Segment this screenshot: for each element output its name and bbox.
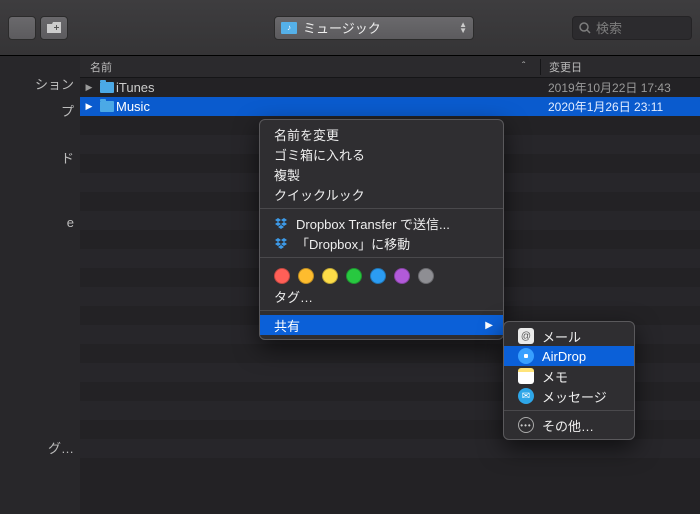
list-header: 名前 ˆ 変更日 [80, 56, 700, 78]
search-placeholder: 検索 [596, 18, 622, 37]
column-header-name[interactable]: 名前 [80, 59, 522, 75]
folder-icon [98, 101, 116, 112]
menu-separator [260, 208, 503, 209]
nav-unknown-button[interactable] [8, 16, 36, 40]
submenu-arrow-icon: ▶ [485, 320, 493, 331]
tag-blue[interactable] [370, 268, 386, 284]
context-menu: 名前を変更 ゴミ箱に入れる 複製 クイックルック Dropbox Transfe… [259, 119, 504, 340]
menu-item-trash[interactable]: ゴミ箱に入れる [260, 144, 503, 164]
folder-icon [98, 82, 116, 93]
more-icon: ••• [518, 417, 534, 433]
search-input[interactable]: 検索 [572, 16, 692, 40]
sidebar: ション プ ド e グ… [0, 56, 80, 514]
path-label: ミュージック [303, 18, 453, 37]
music-folder-icon [281, 22, 297, 34]
tag-green[interactable] [346, 268, 362, 284]
table-row[interactable]: ▶ Music 2020年1月26日 23:11 [80, 97, 700, 116]
menu-separator [260, 257, 503, 258]
menu-item-dropbox-move[interactable]: 「Dropbox」に移動 [260, 233, 503, 253]
menu-item-quicklook[interactable]: クイックルック [260, 184, 503, 204]
menu-separator [260, 310, 503, 311]
disclosure-triangle-icon[interactable]: ▶ [80, 82, 98, 93]
table-row [80, 439, 700, 458]
tag-yellow[interactable] [322, 268, 338, 284]
tag-orange[interactable] [298, 268, 314, 284]
tag-color-row [260, 262, 503, 286]
mail-icon: @ [518, 328, 534, 344]
search-icon [579, 22, 591, 34]
share-item-airdrop[interactable]: AirDrop [504, 346, 634, 366]
tag-red[interactable] [274, 268, 290, 284]
menu-item-duplicate[interactable]: 複製 [260, 164, 503, 184]
share-item-notes[interactable]: メモ [504, 366, 634, 386]
airdrop-icon [518, 348, 534, 364]
tag-purple[interactable] [394, 268, 410, 284]
table-row[interactable]: ▶ iTunes 2019年10月22日 17:43 [80, 78, 700, 97]
dropdown-arrows-icon: ▲▼ [459, 22, 467, 34]
toolbar: ミュージック ▲▼ 検索 [0, 0, 700, 56]
menu-item-rename[interactable]: 名前を変更 [260, 124, 503, 144]
tag-gray[interactable] [418, 268, 434, 284]
menu-item-share[interactable]: 共有 ▶ [260, 315, 503, 335]
share-item-messages[interactable]: ✉ メッセージ [504, 386, 634, 406]
dropbox-icon [274, 236, 288, 250]
table-row [80, 458, 700, 477]
sidebar-item[interactable]: プ [0, 97, 80, 124]
new-folder-button[interactable] [40, 16, 68, 40]
dropbox-icon [274, 216, 288, 230]
file-name: iTunes [116, 80, 540, 95]
menu-item-tags[interactable]: タグ… [260, 286, 503, 306]
disclosure-triangle-icon[interactable]: ▶ [80, 101, 98, 112]
share-item-mail[interactable]: @ メール [504, 326, 634, 346]
nav-buttons [8, 16, 68, 40]
file-date: 2019年10月22日 17:43 [540, 79, 700, 96]
column-header-modified[interactable]: 変更日 [540, 59, 700, 75]
messages-icon: ✉ [518, 388, 534, 404]
sidebar-item[interactable]: グ… [0, 434, 80, 461]
file-name: Music [116, 99, 540, 114]
share-submenu: @ メール AirDrop メモ ✉ メッセージ ••• その他… [503, 321, 635, 440]
sidebar-item[interactable]: ション [0, 70, 80, 97]
sidebar-item[interactable]: ド [0, 144, 80, 171]
sort-indicator-icon[interactable]: ˆ [522, 61, 540, 72]
share-item-more[interactable]: ••• その他… [504, 415, 634, 435]
sidebar-item[interactable]: e [0, 211, 80, 234]
menu-item-dropbox-transfer[interactable]: Dropbox Transfer で送信... [260, 213, 503, 233]
file-date: 2020年1月26日 23:11 [540, 98, 700, 115]
notes-icon [518, 368, 534, 384]
menu-separator [504, 410, 634, 411]
path-dropdown[interactable]: ミュージック ▲▼ [274, 16, 474, 40]
